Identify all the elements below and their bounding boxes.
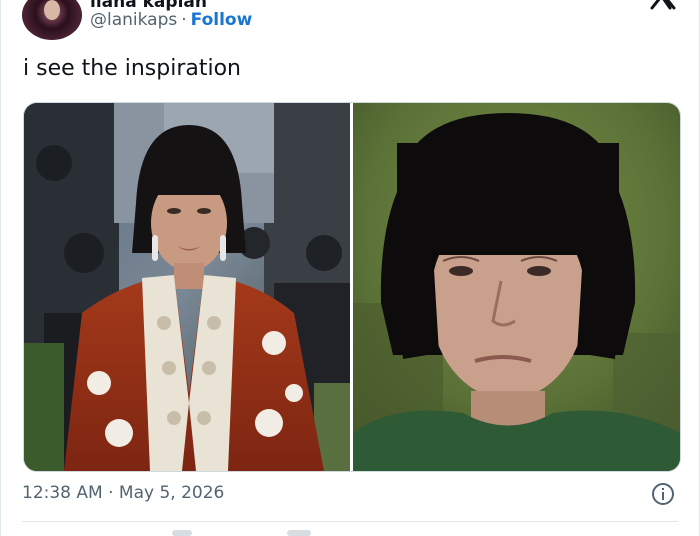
handle-row: @lanikaps · Follow (90, 10, 252, 30)
tweet-text: i see the inspiration (23, 56, 241, 81)
media-photo-right[interactable] (353, 103, 680, 471)
action-row-partial (22, 528, 678, 536)
media-photo-left[interactable] (24, 103, 350, 471)
card-border-left (0, 0, 1, 536)
info-icon[interactable] (651, 482, 675, 506)
media-grid[interactable] (23, 102, 681, 472)
separator-dot: · (181, 10, 187, 30)
avatar[interactable] (22, 0, 82, 40)
tweet-timestamp[interactable]: 12:38 AM · May 5, 2026 (22, 483, 224, 503)
footer-divider (22, 521, 678, 522)
follow-button[interactable]: Follow (191, 10, 253, 30)
tweet-card: ilana kaplan @lanikaps · Follow i see the … (0, 0, 700, 536)
user-handle[interactable]: @lanikaps (90, 10, 177, 30)
x-logo-icon[interactable] (648, 0, 678, 10)
